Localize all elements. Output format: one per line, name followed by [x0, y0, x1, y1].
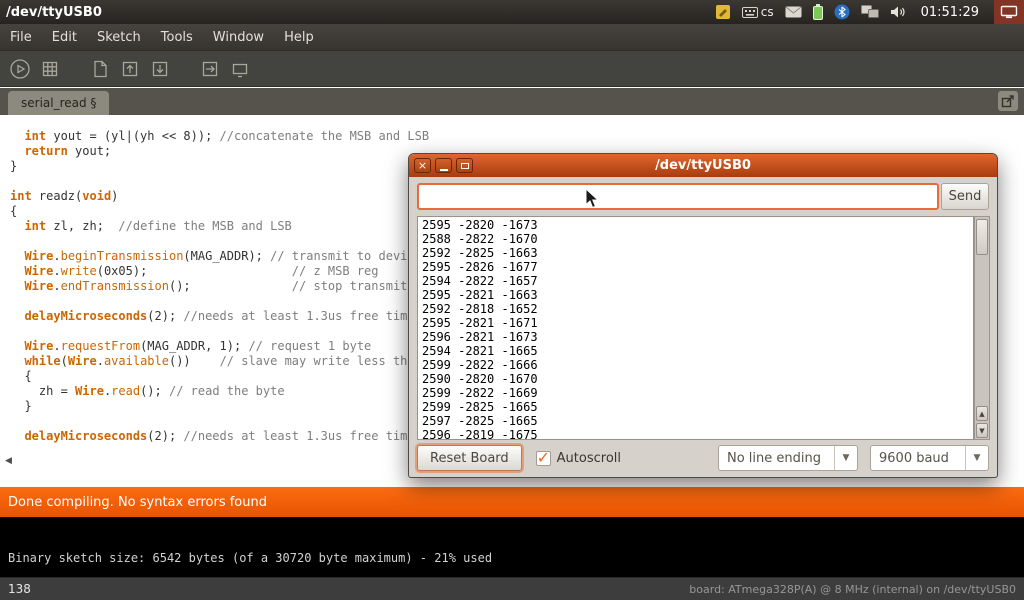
new-file-icon [89, 58, 111, 80]
monitor-icon [229, 58, 251, 80]
maximize-icon [461, 163, 469, 169]
autoscroll-label: Autoscroll [557, 451, 621, 466]
tab-label: serial_read § [21, 96, 96, 110]
footer-bar: 138 board: ATmega328P(A) @ 8 MHz (intern… [0, 577, 1024, 600]
console-text: Binary sketch size: 6542 bytes (of a 307… [8, 551, 492, 565]
volume-icon[interactable] [890, 5, 906, 19]
serial-monitor-window: /dev/ttyUSB0 × Send 2595 -2820 -16732588… [408, 153, 998, 478]
panel-window-title: /dev/ttyUSB0 [0, 5, 102, 20]
tab-switch-button[interactable] [998, 91, 1018, 111]
mail-icon[interactable] [785, 6, 802, 18]
serial-window-title: /dev/ttyUSB0 [409, 158, 997, 173]
stop-button[interactable] [38, 57, 62, 81]
menu-item-file[interactable]: File [0, 26, 42, 49]
verify-button[interactable] [8, 57, 32, 81]
scrollbar-up-arrow-icon[interactable]: ▲ [976, 406, 988, 421]
serial-line: 2592 -2818 -1652 [422, 302, 969, 316]
tab-serial-read[interactable]: serial_read § [8, 91, 109, 115]
keyboard-icon [742, 7, 758, 18]
serial-line: 2594 -2822 -1657 [422, 274, 969, 288]
serial-line: 2599 -2822 -1666 [422, 358, 969, 372]
battery-icon[interactable] [813, 4, 823, 20]
upload-button[interactable] [198, 57, 222, 81]
line-ending-value: No line ending [719, 451, 834, 466]
line-indicator: 138 [8, 582, 31, 596]
reset-board-button[interactable]: Reset Board [417, 445, 522, 471]
serial-line: 2597 -2825 -1665 [422, 414, 969, 428]
save-button[interactable] [148, 57, 172, 81]
serial-output-scrollbar[interactable]: ▲ ▼ [974, 216, 990, 440]
serial-line: 2595 -2820 -1673 [422, 218, 969, 232]
serial-line: 2599 -2822 -1669 [422, 386, 969, 400]
chevron-down-icon: ▼ [965, 446, 988, 470]
play-icon [9, 58, 31, 80]
status-bar: Done compiling. No syntax errors found [0, 487, 1024, 517]
scrollbar-down-arrow-icon[interactable]: ▼ [976, 423, 988, 438]
minimize-icon [440, 169, 448, 171]
stop-grid-icon [39, 58, 61, 80]
line-ending-select[interactable]: No line ending ▼ [718, 445, 858, 471]
board-info: board: ATmega328P(A) @ 8 MHz (internal) … [689, 583, 1016, 596]
baud-select[interactable]: 9600 baud ▼ [870, 445, 989, 471]
autoscroll-checkbox[interactable]: ✓ [536, 451, 551, 466]
serial-line: 2588 -2822 -1670 [422, 232, 969, 246]
menu-item-tools[interactable]: Tools [151, 26, 203, 49]
save-arrow-icon [149, 58, 171, 80]
serial-output[interactable]: 2595 -2820 -16732588 -2822 -16702592 -28… [417, 216, 974, 440]
send-button-label: Send [949, 189, 982, 204]
new-sketch-button[interactable] [88, 57, 112, 81]
keyboard-layout-indicator[interactable]: cs [742, 5, 774, 19]
system-tray: cs 01:51:29 [715, 0, 1024, 24]
menu-item-window[interactable]: Window [203, 26, 274, 49]
serial-monitor-controls: Reset Board ✓ Autoscroll No line ending … [409, 444, 997, 472]
menu-item-edit[interactable]: Edit [42, 26, 87, 49]
serial-line: 2595 -2821 -1671 [422, 316, 969, 330]
menu-item-help[interactable]: Help [274, 26, 324, 49]
session-menu-icon[interactable] [994, 0, 1024, 24]
open-button[interactable] [118, 57, 142, 81]
serial-input[interactable] [417, 183, 939, 210]
maximize-button[interactable] [456, 158, 473, 173]
serial-monitor-button[interactable] [228, 57, 252, 81]
serial-line: 2595 -2821 -1663 [422, 288, 969, 302]
clock[interactable]: 01:51:29 [917, 5, 983, 20]
send-button[interactable]: Send [941, 183, 989, 210]
open-arrow-icon [119, 58, 141, 80]
toolbar [0, 50, 1024, 87]
check-icon: ✓ [537, 448, 550, 467]
serial-line: 2592 -2825 -1663 [422, 246, 969, 260]
tab-switch-arrow-icon [1001, 94, 1015, 108]
close-button[interactable]: × [414, 158, 431, 173]
bluetooth-icon[interactable] [834, 4, 850, 20]
serial-window-titlebar[interactable]: /dev/ttyUSB0 × [409, 154, 997, 177]
upload-arrow-icon [199, 58, 221, 80]
hscroll-left-arrow-icon[interactable]: ◀ [5, 456, 12, 466]
menu-bar: FileEditSketchToolsWindowHelp [0, 24, 1024, 50]
mouse-cursor [585, 188, 599, 209]
serial-line: 2590 -2820 -1670 [422, 372, 969, 386]
note-icon[interactable] [715, 4, 731, 20]
minimize-button[interactable] [435, 158, 452, 173]
status-message: Done compiling. No syntax errors found [8, 495, 267, 510]
serial-line: 2595 -2826 -1677 [422, 260, 969, 274]
serial-line: 2599 -2825 -1665 [422, 400, 969, 414]
serial-line: 2596 -2819 -1675 [422, 428, 969, 440]
reset-board-label: Reset Board [430, 451, 509, 466]
console-output: Binary sketch size: 6542 bytes (of a 307… [0, 517, 1024, 577]
baud-value: 9600 baud [871, 451, 965, 466]
top-panel: /dev/ttyUSB0 cs 01:51:29 [0, 0, 1024, 24]
network-icon[interactable] [861, 5, 879, 19]
chevron-down-icon: ▼ [834, 446, 857, 470]
code-line: int yout = (yl|(yh << 8)); //concatenate… [10, 129, 1024, 144]
tab-bar: serial_read § [0, 88, 1024, 115]
keyboard-layout-label: cs [761, 5, 774, 19]
scrollbar-thumb[interactable] [976, 219, 988, 255]
menu-item-sketch[interactable]: Sketch [87, 26, 151, 49]
serial-line: 2596 -2821 -1673 [422, 330, 969, 344]
serial-line: 2594 -2821 -1665 [422, 344, 969, 358]
